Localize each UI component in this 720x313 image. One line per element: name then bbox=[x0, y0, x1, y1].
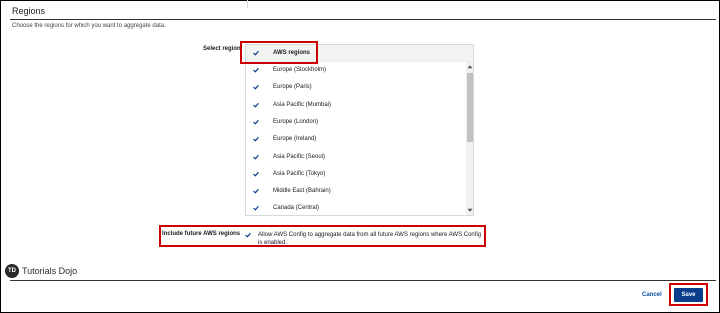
footer-divider bbox=[10, 280, 716, 281]
tutorials-dojo-logo-icon: TD bbox=[5, 264, 19, 278]
region-name: Asia Pacific (Mumbai) bbox=[273, 101, 332, 108]
region-checkbox[interactable] bbox=[253, 171, 259, 177]
checkmark-icon bbox=[253, 206, 259, 212]
checkmark-icon bbox=[253, 67, 259, 73]
list-item[interactable]: Middle East (Bahrain) bbox=[246, 183, 466, 200]
region-name: Middle East (Bahrain) bbox=[273, 188, 331, 195]
list-item[interactable]: Europe (Paris) bbox=[246, 79, 466, 96]
checkmark-icon bbox=[253, 85, 259, 90]
region-name: Europe (London) bbox=[273, 118, 319, 125]
checkmark-icon bbox=[253, 171, 259, 177]
list-item[interactable]: Europe (London) bbox=[246, 114, 466, 131]
select-region-label: Select region bbox=[203, 46, 241, 52]
top-divider bbox=[247, 0, 248, 8]
checkmark-icon bbox=[253, 188, 259, 194]
table-scrollbar[interactable] bbox=[466, 62, 473, 215]
brand: TD Tutorials Dojo bbox=[5, 264, 77, 278]
list-item[interactable]: Asia Pacific (Mumbai) bbox=[246, 97, 466, 114]
region-name: Europe (Stockholm) bbox=[273, 67, 327, 73]
list-item[interactable]: Europe (Stockholm) bbox=[246, 62, 466, 79]
checkmark-icon bbox=[253, 154, 259, 160]
region-checkbox[interactable] bbox=[253, 205, 259, 212]
checkmark-icon bbox=[253, 137, 259, 142]
checkmark-icon bbox=[253, 119, 259, 125]
region-name: Canada (Central) bbox=[273, 205, 320, 212]
highlight-box-save bbox=[669, 283, 708, 306]
section-divider bbox=[10, 19, 716, 20]
highlight-box-header bbox=[240, 41, 318, 64]
section-title: Regions bbox=[12, 6, 46, 16]
region-checkbox[interactable] bbox=[253, 84, 259, 90]
scrollbar-thumb[interactable] bbox=[467, 73, 473, 142]
regions-table: AWS regions Europe (Stockholm) Europe (Pa… bbox=[245, 44, 474, 216]
brand-name: Tutorials Dojo bbox=[22, 266, 78, 276]
region-checkbox[interactable] bbox=[253, 154, 259, 160]
region-checkbox[interactable] bbox=[253, 188, 259, 194]
scroll-up-arrow-icon[interactable] bbox=[467, 64, 473, 69]
list-item[interactable]: Europe (Ireland) bbox=[246, 131, 466, 148]
region-checkbox[interactable] bbox=[253, 67, 259, 73]
region-name: Asia Pacific (Seoul) bbox=[273, 153, 326, 160]
region-checkbox[interactable] bbox=[253, 119, 259, 125]
scroll-down-arrow-icon[interactable] bbox=[467, 208, 473, 213]
checkmark-icon bbox=[253, 102, 259, 108]
region-name: Europe (Paris) bbox=[273, 84, 312, 91]
list-item[interactable]: Asia Pacific (Seoul) bbox=[246, 149, 466, 166]
region-checkbox[interactable] bbox=[253, 102, 259, 108]
region-name: Asia Pacific (Tokyo) bbox=[273, 170, 326, 177]
region-checkbox[interactable] bbox=[253, 136, 259, 142]
highlight-box-future-regions bbox=[159, 225, 486, 247]
section-description: Choose the regions for which you want to… bbox=[12, 23, 166, 29]
cancel-button[interactable]: Cancel bbox=[642, 292, 662, 298]
list-item[interactable]: Canada (Central) bbox=[246, 200, 466, 215]
region-name: Europe (Ireland) bbox=[273, 136, 317, 143]
list-item[interactable]: Asia Pacific (Tokyo) bbox=[246, 166, 466, 183]
